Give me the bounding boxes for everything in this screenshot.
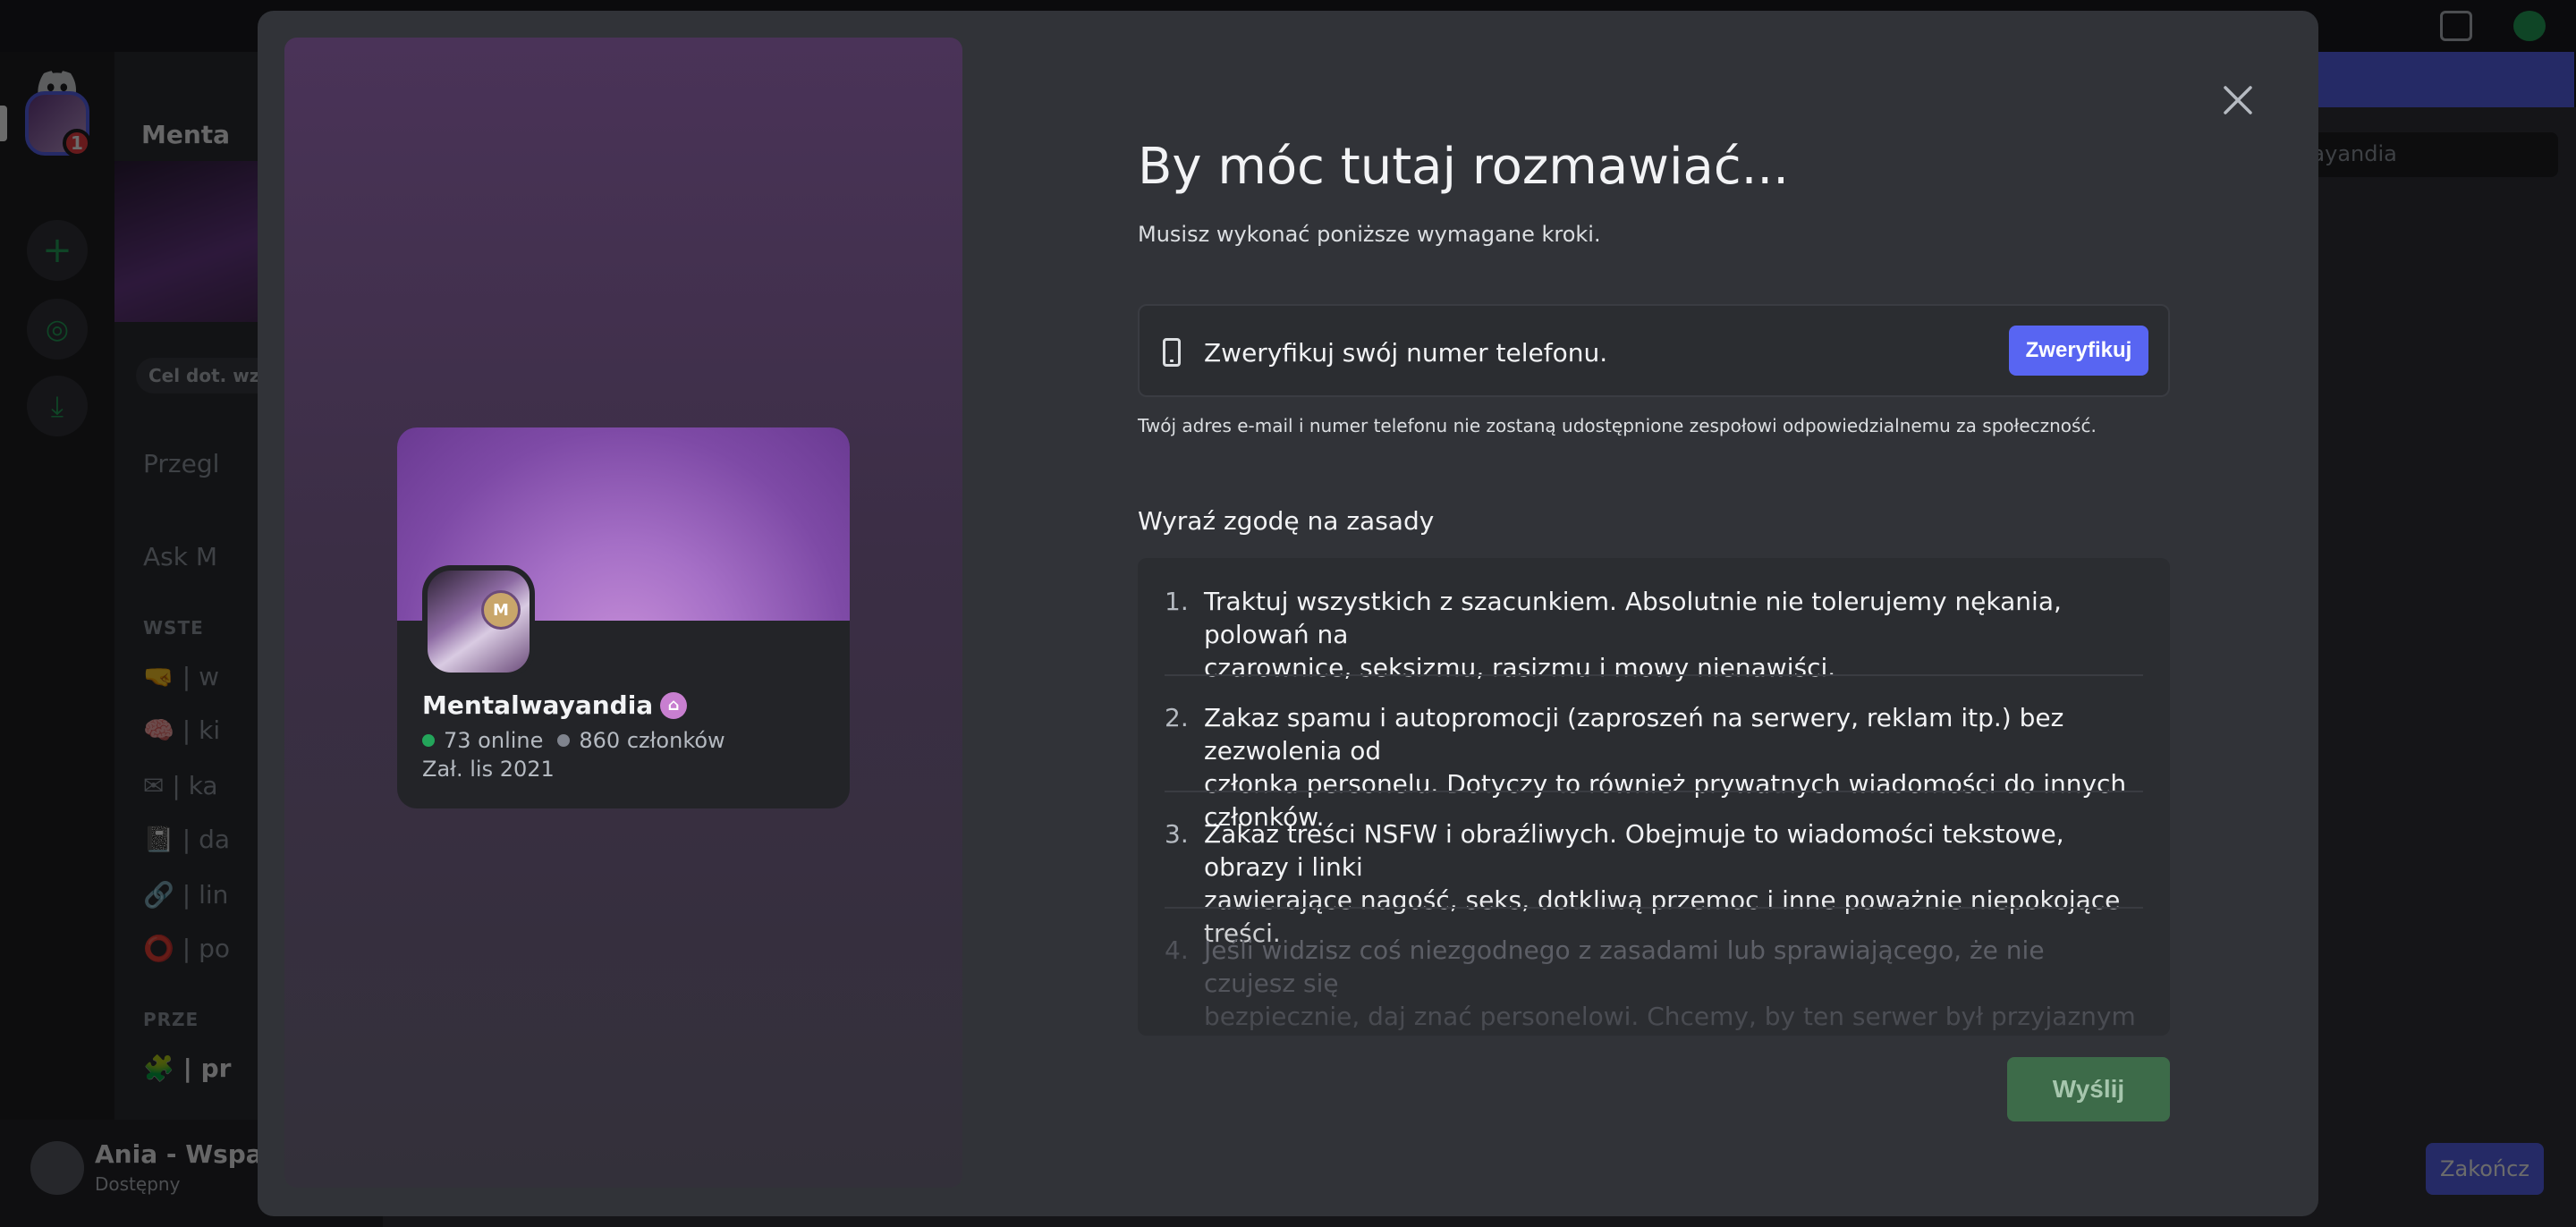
verify-button[interactable]: Zweryfikuj [2009,326,2148,376]
rule-number: 2. [1165,703,1189,732]
verify-phone-label: Zweryfikuj swój numer telefonu. [1204,338,1608,368]
rule-divider [1165,674,2143,676]
online-count: 73 online [444,728,544,753]
privacy-note: Twój adres e-mail i numer telefonu nie z… [1138,415,2097,436]
submit-button[interactable]: Wyślij [2007,1057,2170,1121]
channel-item[interactable]: 🔗 | lin [143,880,228,910]
server-card-name: Mentalwayandia ⌂ [422,690,688,720]
inbox-icon[interactable] [2440,11,2472,41]
server-card-icon: M [422,565,535,678]
selected-server-indicator [0,106,7,141]
mention-badge: 1 [63,129,91,157]
rule-number: 1. [1165,587,1189,616]
server-card-name-text: Mentalwayandia [422,690,654,720]
server-card: M Mentalwayandia ⌂ 73 online 860 członkó… [397,427,850,808]
rule-text-line: Traktuj wszystkich z szacunkiem. Absolut… [1204,587,2062,649]
server-card-stats: 73 online 860 członków [422,728,725,753]
rule-item: 4. Jeśli widzisz coś niezgodnego z zasad… [1165,934,2143,1036]
channel-item-active[interactable]: 🧩 | pr [143,1054,231,1083]
end-button[interactable]: Zakończ [2426,1143,2544,1195]
channel-item[interactable]: ✉ | ka [143,771,218,800]
member-count: 860 członków [579,728,725,753]
rules-list[interactable]: 1. Traktuj wszystkich z szacunkiem. Abso… [1138,558,2170,1036]
server-monogram-icon: M [481,590,521,630]
channel-item[interactable]: 🧠 | ki [143,715,220,745]
modal-subtitle: Musisz wykonać poniższe wymagane kroki. [1138,222,1601,247]
rule-text-line: bezpiecznie, daj znać personelowi. Chcem… [1204,1002,2136,1036]
members-dot-icon [557,734,571,747]
rule-divider [1165,791,2143,792]
avatar[interactable] [30,1141,84,1195]
close-icon[interactable] [2211,73,2265,127]
rule-item: 1. Traktuj wszystkich z szacunkiem. Abso… [1165,585,2143,684]
channel-item[interactable]: 🤜 | w [143,662,219,691]
online-dot-icon [422,734,435,747]
category-prze[interactable]: PRZE [143,1009,199,1030]
download-icon[interactable]: ⤓ [27,376,88,436]
rule-text-line: Zakaz spamu i autopromocji (zaproszeń na… [1204,703,2064,766]
rule-text-line: Jeśli widzisz coś niezgodnego z zasadami… [1204,935,2045,998]
phone-icon [1163,338,1181,367]
modal-side-panel: M Mentalwayandia ⌂ 73 online 860 członkó… [284,38,962,1188]
modal-title: By móc tutaj rozmawiać... [1138,138,1790,196]
rule-number: 4. [1165,935,1189,965]
channel-item[interactable]: 📓 | da [143,825,230,854]
channel-ask[interactable]: Ask M [143,542,217,571]
rule-item: 3. Zakaz treści NSFW i obraźliwych. Obej… [1165,817,2143,950]
rule-text-line: Zakaz treści NSFW i obraźliwych. Obejmuj… [1204,819,2064,882]
verify-phone-step: Zweryfikuj swój numer telefonu. Zweryfik… [1138,304,2170,397]
rule-divider [1165,907,2143,909]
explore-icon[interactable]: ◎ [27,299,88,360]
help-icon[interactable] [2513,11,2546,41]
server-founded-date: Zał. lis 2021 [422,757,555,782]
user-status: Dostępny [95,1173,181,1195]
add-server-icon[interactable]: + [27,220,88,281]
rule-number: 3. [1165,819,1189,849]
community-home-icon: ⌂ [660,691,688,719]
rules-heading: Wyraź zgodę na zasady [1138,506,1435,536]
channel-browse[interactable]: Przegl [143,449,219,478]
channel-item[interactable]: ⭕ | po [143,934,230,963]
rules-screening-modal: M Mentalwayandia ⌂ 73 online 860 członkó… [258,11,2318,1216]
category-wste[interactable]: WSTE [143,617,204,639]
rule-text-line: czarownice, seksizmu, rasizmu i mowy nie… [1204,653,1836,682]
rule-item: 2. Zakaz spamu i autopromocji (zaproszeń… [1165,701,2143,834]
